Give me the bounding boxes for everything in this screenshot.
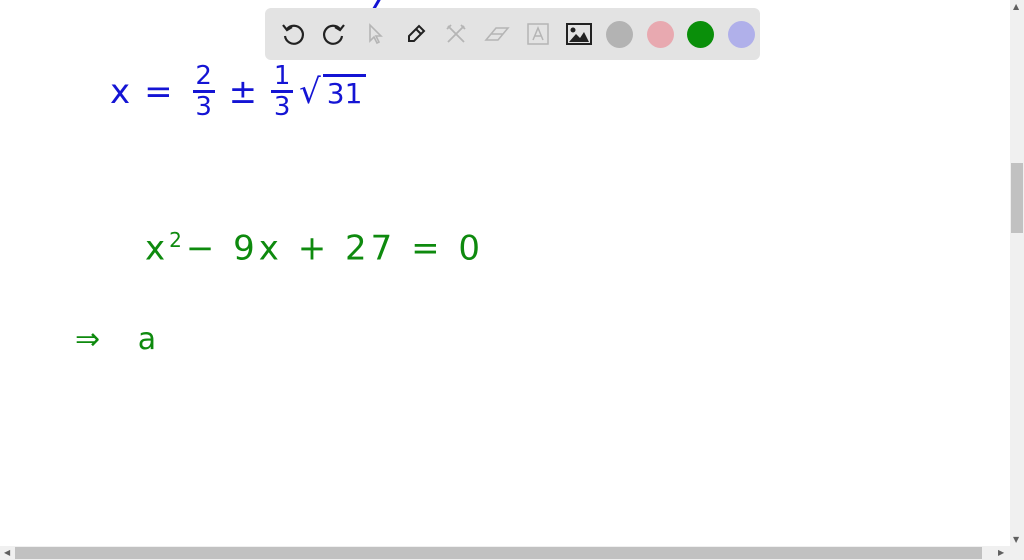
plus-minus-sign: ± [228, 71, 258, 112]
color-pink-button[interactable] [642, 16, 679, 53]
equation-line-2: x 2− 9x + 27 = 0 [145, 228, 484, 268]
color-swatch [728, 20, 756, 48]
text-icon [527, 23, 549, 45]
equation-rest: − 9x + 27 = 0 [185, 228, 485, 269]
color-lavender-button[interactable] [723, 16, 760, 53]
equation-line-1: x = 23 ± 13 √ 31 [110, 61, 367, 122]
eraser-icon [484, 27, 510, 41]
undo-icon [282, 24, 305, 45]
drawing-toolbar [265, 8, 760, 60]
select-pointer-icon [369, 23, 383, 45]
partial-text: a [137, 322, 157, 357]
fraction-one-third: 13 [271, 61, 294, 122]
scroll-up-arrow-icon[interactable]: ▲ [1013, 2, 1019, 11]
horizontal-scrollbar[interactable]: ◀ ▶ [0, 546, 1024, 560]
image-tool-button[interactable] [560, 16, 597, 53]
scroll-down-arrow-icon[interactable]: ▼ [1013, 535, 1019, 544]
numerator: 1 [273, 61, 291, 91]
equation-line-3: ⇒ a [75, 322, 156, 357]
scroll-right-arrow-icon[interactable]: ▶ [998, 548, 1004, 557]
vertical-scrollbar[interactable]: ▲ ▼ [1010, 0, 1024, 546]
color-swatch [646, 20, 674, 48]
eraser-tool-button[interactable] [479, 16, 516, 53]
exponent: 2 [169, 228, 182, 252]
numerator: 2 [195, 61, 212, 91]
select-tool-button[interactable] [357, 16, 394, 53]
redo-button[interactable] [316, 16, 353, 53]
vertical-scroll-thumb[interactable] [1011, 163, 1023, 233]
undo-button[interactable] [275, 16, 312, 53]
pen-icon [407, 24, 426, 42]
variable-x: x [145, 228, 166, 269]
variable-x: x [110, 71, 131, 112]
tools-button[interactable] [438, 16, 475, 53]
image-icon [565, 23, 592, 45]
color-gray-button[interactable] [601, 16, 638, 53]
denominator: 3 [195, 92, 212, 122]
scroll-left-arrow-icon[interactable]: ◀ [4, 548, 10, 557]
color-green-button[interactable] [683, 16, 720, 53]
equals-sign: = [144, 71, 173, 112]
color-swatch [687, 20, 715, 48]
implies-arrow: ⇒ [75, 322, 101, 357]
denominator: 3 [273, 92, 291, 122]
color-swatch [605, 20, 633, 48]
tools-icon [446, 24, 467, 43]
sqrt-symbol: √ [299, 71, 321, 112]
text-tool-button[interactable] [520, 16, 557, 53]
redo-icon [323, 24, 345, 45]
radicand: 31 [322, 73, 367, 110]
fraction-two-thirds: 23 [192, 61, 215, 122]
pen-tool-button[interactable] [397, 16, 434, 53]
whiteboard-canvas[interactable]: x = 23 ± 13 √ 31 x 2− 9x + 27 = 0 ⇒ a [0, 0, 1010, 546]
horizontal-scroll-thumb[interactable] [15, 547, 982, 559]
